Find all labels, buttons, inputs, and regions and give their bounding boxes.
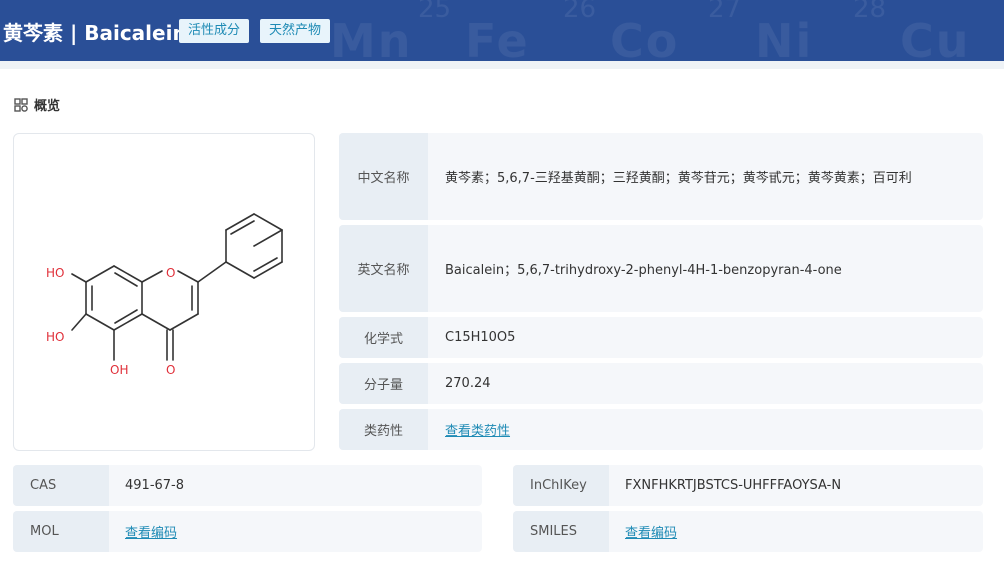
overview-label: 概览 [34,99,61,114]
bg-element-symbol: Mn [330,14,413,61]
view-mol-link[interactable]: 查看编码 [125,522,177,541]
id-row-mol: MOL 查看编码 [13,511,482,552]
bond [71,313,87,331]
bond [85,265,115,283]
page-header: 25 26 27 28 Mn Fe Co Ni Cu 黄芩素 | Baicale… [0,0,1004,61]
tag-natural-product[interactable]: 天然产物 [260,19,331,43]
row-value: C15H10O5 [445,330,516,345]
bond [225,213,255,231]
info-row-druglike: 类药性 查看类药性 [339,409,983,450]
molecular-structure-diagram: HO HO OH O O [46,213,283,377]
info-row-cn-name: 中文名称 黄芩素；5,6,7-三羟基黄酮；三羟黄酮；黄芩苷元；黄芩甙元；黄芩黄素… [339,133,983,220]
atom-label-oh-5: OH [110,363,128,377]
bond [114,309,138,324]
bg-element-symbol: Fe [465,14,530,61]
row-label: MOL [13,511,109,552]
bond [177,270,199,283]
bond [169,313,199,331]
section-heading-overview: 概览 [14,95,60,114]
row-label: 中文名称 [339,133,428,220]
id-row-inchikey: InChIKey FXNFHKRTJBSTCS-UHFFFAOYSA-N [513,465,983,506]
bond [141,313,171,331]
atom-label-ho-6: HO [46,330,64,344]
bond [253,257,278,272]
bond [253,213,283,231]
row-value: 270.24 [445,376,491,391]
id-row-smiles: SMILES 查看编码 [513,511,983,552]
row-label: 化学式 [339,317,428,358]
page-title: 黄芩素 | Baicalein [3,21,187,45]
bg-element-number: 28 [853,0,887,24]
bond [71,273,87,283]
row-label: 分子量 [339,363,428,404]
row-value: FXNFHKRTJBSTCS-UHFFFAOYSA-N [625,478,842,493]
row-value: Baicalein；5,6,7-trihydroxy-2-phenyl-4H-1… [445,263,842,278]
row-label: InChIKey [513,465,609,506]
row-label: 类药性 [339,409,428,450]
info-row-en-name: 英文名称 Baicalein；5,6,7-trihydroxy-2-phenyl… [339,225,983,312]
bond [85,313,115,331]
bg-element-number: 27 [708,0,742,24]
row-value: 黄芩素；5,6,7-三羟基黄酮；三羟黄酮；黄芩苷元；黄芩甙元；黄芩黄素；百可利 [445,171,912,186]
structure-image-box: HO HO OH O O [13,133,315,451]
bond [230,220,255,235]
row-label: CAS [13,465,109,506]
bond [197,261,227,283]
bg-element-symbol: Co [610,14,680,61]
row-label: 英文名称 [339,225,428,312]
bond [225,261,255,279]
header-divider [0,61,1004,69]
row-value: 491-67-8 [125,478,185,493]
info-row-formula: 化学式 C15H10O5 [339,317,983,358]
info-row-mw: 分子量 270.24 [339,363,983,404]
bond [114,272,138,287]
atom-label-ho-7: HO [46,266,64,280]
id-row-cas: CAS 491-67-8 [13,465,482,506]
bg-element-symbol: Cu [900,14,971,61]
view-druglike-link[interactable]: 查看类药性 [445,420,510,439]
atom-label-ring-oxygen: O [166,266,175,280]
tag-active-ingredient[interactable]: 活性成分 [179,19,250,43]
view-smiles-link[interactable]: 查看编码 [625,522,677,541]
grid-icon [14,98,28,112]
atom-label-carbonyl-oxygen: O [166,363,175,377]
bond [253,229,283,247]
bg-element-number: 26 [563,0,597,24]
bg-element-symbol: Ni [755,14,814,61]
bg-element-number: 25 [418,0,452,24]
bond [141,270,163,283]
bond [253,261,283,279]
row-label: SMILES [513,511,609,552]
